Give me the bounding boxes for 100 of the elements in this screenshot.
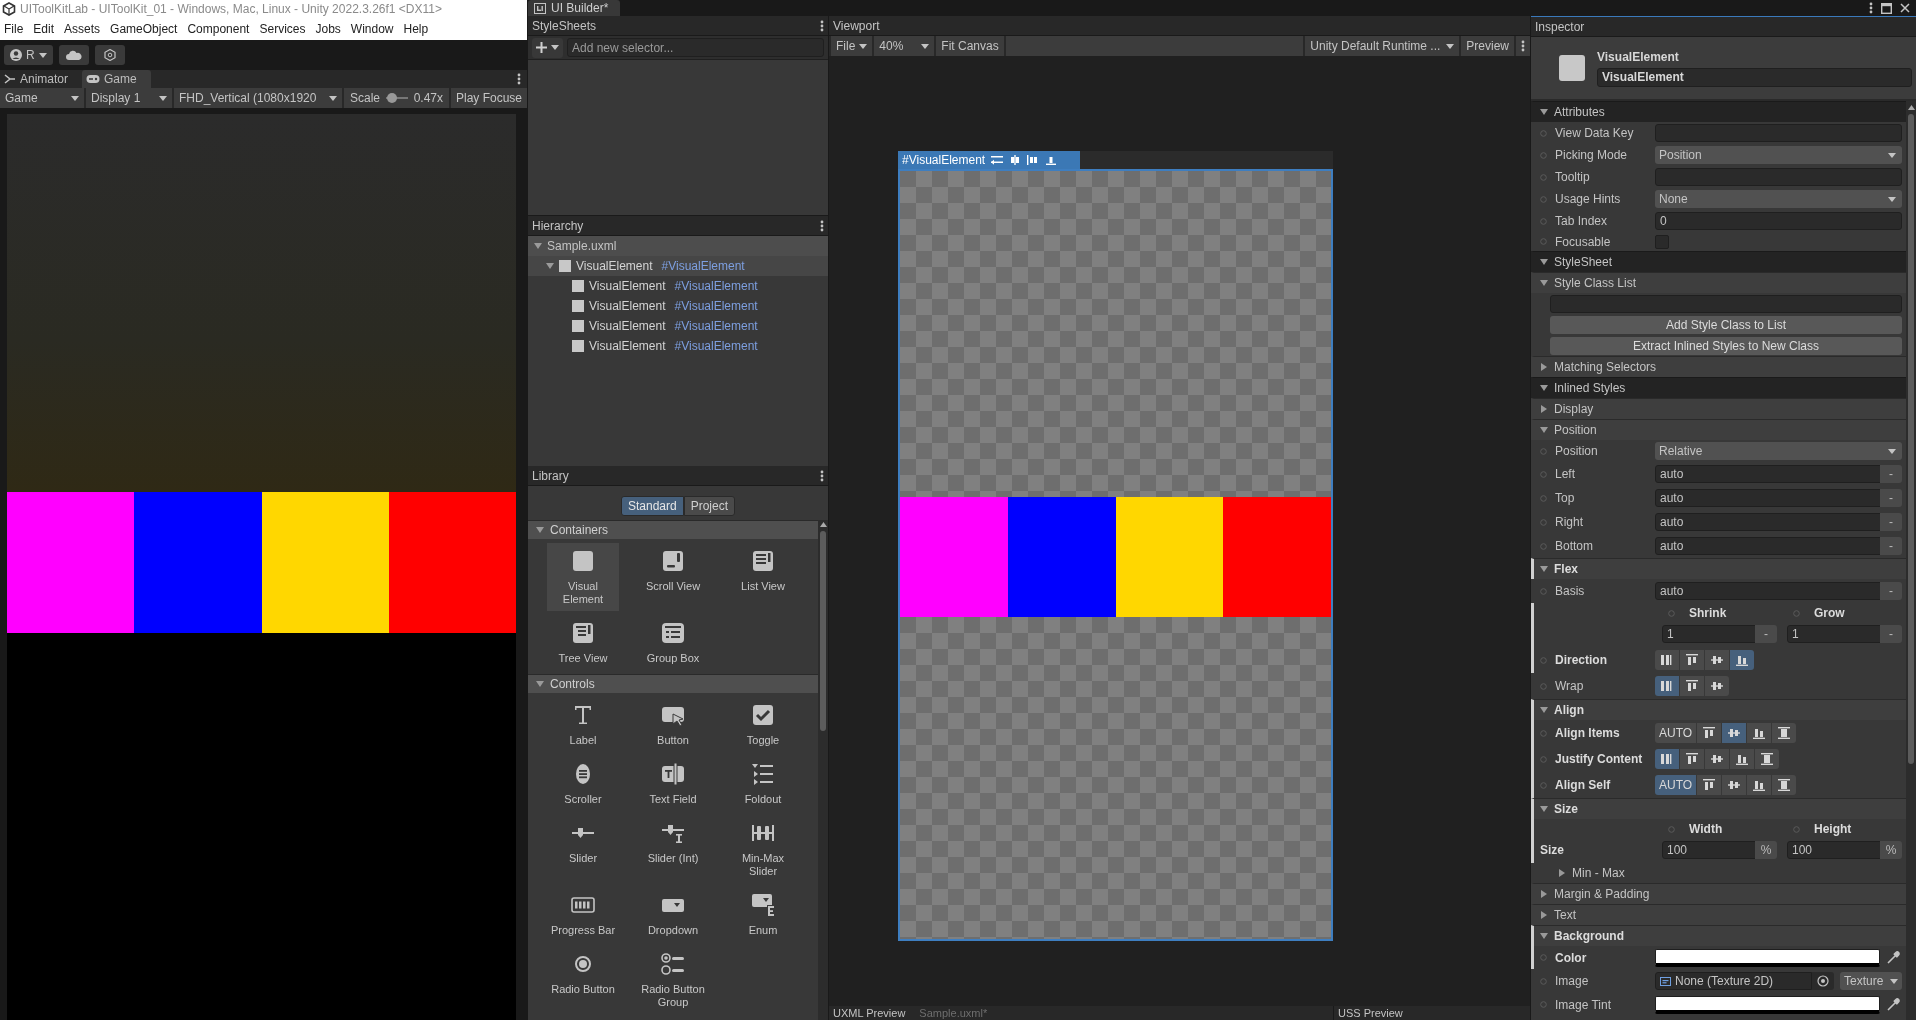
triangle-icon[interactable] [1540,384,1548,392]
length-field[interactable]: auto [1655,465,1881,483]
toggle-button[interactable] [1730,749,1754,769]
triangle-icon[interactable] [1540,108,1548,116]
mode-dropdown[interactable]: Texture [1840,972,1902,990]
foldout-header[interactable]: Margin & Padding [1531,883,1906,904]
name-field[interactable]: VisualElement [1597,67,1912,87]
menu-item[interactable]: GameObject [106,21,184,36]
eyedropper-icon[interactable] [1886,997,1900,1012]
color-block[interactable] [1007,497,1116,617]
library-item[interactable]: Radio Button [547,946,619,1014]
justify-icon[interactable] [1027,155,1040,165]
foldout-header[interactable]: Min - Max [1531,863,1906,883]
category-header[interactable]: StyleSheet [1531,251,1906,272]
tree-item[interactable]: VisualElement #VisualElement [528,296,828,316]
text-field[interactable] [1655,124,1902,142]
more-menu-icon[interactable] [820,219,824,232]
library-item[interactable]: Enum [727,887,799,942]
unit-button[interactable]: - [1880,582,1902,600]
library-item[interactable]: List View [727,543,799,611]
scrollbar-thumb[interactable] [820,531,826,731]
unit-button[interactable]: - [1880,489,1902,507]
tree-item[interactable]: VisualElement #VisualElement [528,276,828,296]
zoom-dropdown[interactable]: 40% [872,36,935,56]
resolution-dropdown[interactable]: FHD_Vertical (1080x1920 [174,88,342,108]
toggle-button[interactable] [1705,749,1729,769]
more-menu-icon[interactable] [820,469,824,482]
unit-button[interactable]: - [1755,625,1777,643]
color-block[interactable] [900,497,1008,617]
category-header[interactable]: Inlined Styles [1531,377,1906,398]
toggle-button[interactable] [1680,749,1704,769]
library-item[interactable]: Slider [547,815,619,883]
tree-item[interactable]: Sample.uxml [528,236,828,256]
library-item[interactable]: Progress Bar [547,887,619,942]
file-menu[interactable]: File [829,36,873,56]
dropdown[interactable]: Relative [1655,442,1902,460]
toggle-button[interactable] [1655,676,1679,696]
menu-item[interactable]: Assets [60,21,107,36]
triangle-icon[interactable] [1540,890,1548,898]
section-header[interactable]: Controls [528,674,818,693]
tab[interactable]: Game [82,70,151,88]
toggle-button[interactable] [1747,723,1772,743]
number-field[interactable]: 100 [1662,841,1756,859]
more-menu-icon[interactable] [1521,40,1525,52]
toggle-button[interactable]: AUTO [1655,723,1697,743]
library-item[interactable]: Group Box [637,615,709,670]
toggle-button[interactable]: AUTO [1655,775,1697,795]
triangle-icon[interactable] [546,262,554,270]
class-name-field[interactable] [1550,294,1902,313]
color-field[interactable] [1655,995,1880,1014]
triangle-icon[interactable] [534,242,542,250]
foldout-header[interactable]: Align [1531,699,1906,720]
direction-icon[interactable] [991,155,1004,165]
library-item[interactable]: Visual Element [547,543,619,611]
triangle-icon[interactable] [536,526,544,534]
number-field[interactable]: 1 [1787,625,1881,643]
triangle-icon[interactable] [1540,405,1548,413]
library-item[interactable]: Radio Button Group [637,946,709,1014]
close-icon[interactable] [1900,3,1910,13]
library-item[interactable]: Min-Max Slider [727,815,799,883]
triangle-icon[interactable] [1540,426,1548,434]
toggle-button[interactable] [1772,775,1797,795]
scrollbar[interactable] [1906,101,1916,1020]
text-field[interactable]: 0 [1655,212,1902,230]
menu-item[interactable]: Edit [29,21,61,36]
color-block[interactable] [1223,497,1331,617]
tree-item[interactable]: VisualElement #VisualElement [528,316,828,336]
foldout-header[interactable]: Background [1531,925,1906,946]
triangle-icon[interactable] [1540,805,1548,813]
toggle-button[interactable] [1755,749,1779,769]
action-button[interactable]: Add Style Class to List [1550,315,1902,334]
unit-button[interactable]: - [1880,537,1902,555]
picker-button[interactable] [1812,972,1834,990]
foldout-header[interactable]: Matching Selectors [1531,356,1906,377]
window-tab[interactable]: UI Builder* [528,0,621,16]
maximize-icon[interactable] [1881,2,1892,14]
library-item[interactable]: Scroll View [637,543,709,611]
toggle-button[interactable] [1697,775,1722,795]
library-item[interactable]: Tree View [547,615,619,670]
library-item[interactable]: Toggle [727,697,799,752]
menu-item[interactable]: Component [183,21,256,36]
align-bottom-icon[interactable] [1045,155,1058,165]
tree-item[interactable]: VisualElement #VisualElement [528,256,828,276]
action-button[interactable]: Extract Inlined Styles to New Class [1550,336,1902,355]
foldout-header[interactable]: Text [1531,904,1906,925]
library-item[interactable]: Text Field [637,756,709,811]
scrollbar[interactable] [818,520,828,1020]
settings-button[interactable] [94,45,125,65]
toggle-button[interactable] [1680,650,1704,670]
toggle-button[interactable] [1655,650,1679,670]
tree-item[interactable]: VisualElement #VisualElement [528,336,828,356]
triangle-icon[interactable] [1540,565,1548,573]
toggle-button[interactable] [1730,650,1754,670]
foldout-header[interactable]: Style Class List [1531,272,1906,293]
unit-button[interactable]: % [1880,841,1902,859]
play-mode-dropdown[interactable]: Play Focuse [451,88,527,108]
library-item[interactable]: Button [637,697,709,752]
triangle-icon[interactable] [1540,932,1548,940]
cloud-button[interactable] [58,45,89,65]
section-header[interactable]: Containers [528,520,818,539]
